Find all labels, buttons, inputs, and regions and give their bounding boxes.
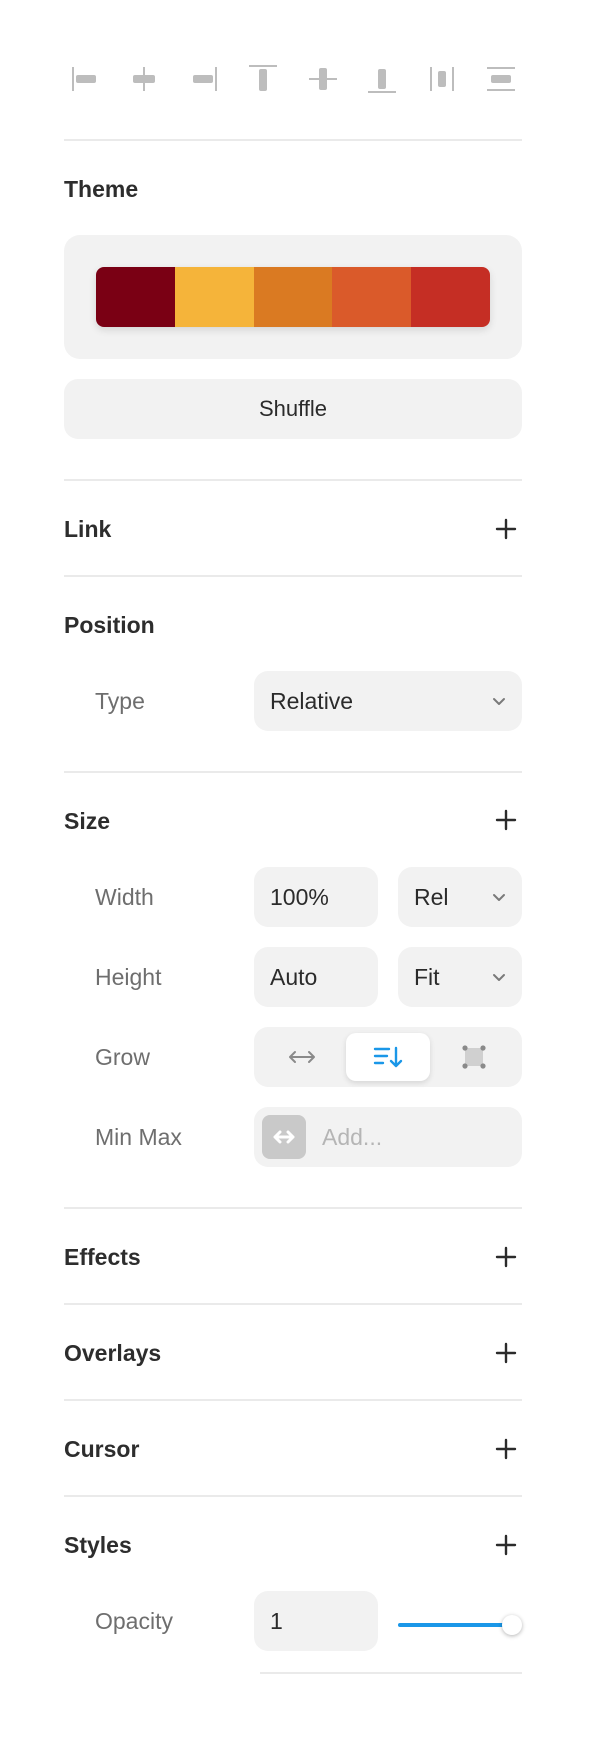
plus-icon <box>495 518 517 540</box>
chevron-down-icon <box>493 894 505 901</box>
opacity-input[interactable]: 1 <box>254 1591 378 1651</box>
divider <box>64 139 522 141</box>
add-style-button[interactable] <box>490 1529 522 1561</box>
width-input[interactable]: 100% <box>254 867 378 927</box>
width-unit-value: Rel <box>414 883 449 910</box>
height-unit-select[interactable]: Fit <box>398 947 522 1007</box>
section-title-theme: Theme <box>64 176 139 202</box>
grow-free-icon <box>462 1045 486 1069</box>
divider <box>64 479 522 481</box>
align-left-icon[interactable] <box>64 58 106 100</box>
plus-icon <box>495 1438 517 1460</box>
height-label: Height <box>95 964 162 990</box>
align-center-vertical-icon[interactable] <box>302 58 344 100</box>
position-type-select[interactable]: Relative <box>254 671 522 731</box>
grow-label: Grow <box>95 1044 150 1070</box>
grow-horizontal-button[interactable] <box>260 1033 344 1081</box>
divider <box>64 575 522 577</box>
alignment-toolbar <box>64 56 522 102</box>
divider <box>64 771 522 773</box>
align-center-horizontal-icon[interactable] <box>123 58 165 100</box>
chevron-down-icon <box>493 698 505 705</box>
palette-swatch <box>253 267 333 327</box>
plus-icon <box>495 809 517 831</box>
shuffle-button[interactable]: Shuffle <box>64 379 522 439</box>
grow-horizontal-icon <box>289 1051 315 1063</box>
opacity-value: 1 <box>270 1607 283 1634</box>
palette-swatch <box>332 267 412 327</box>
divider <box>64 1207 522 1209</box>
opacity-label: Opacity <box>95 1608 173 1634</box>
grow-vertical-button[interactable] <box>346 1033 430 1081</box>
divider <box>64 1495 522 1497</box>
section-title-overlays: Overlays <box>64 1340 162 1366</box>
align-top-icon[interactable] <box>242 58 284 100</box>
divider <box>64 1303 522 1305</box>
plus-icon <box>495 1534 517 1556</box>
grow-segmented-control <box>254 1027 522 1087</box>
palette-swatch <box>96 267 175 327</box>
min-max-icon <box>262 1115 306 1159</box>
section-title-styles: Styles <box>64 1532 132 1558</box>
add-size-button[interactable] <box>490 804 522 836</box>
height-input[interactable]: Auto <box>254 947 378 1007</box>
grow-free-button[interactable] <box>432 1033 516 1081</box>
theme-preview-box <box>64 235 522 359</box>
opacity-slider[interactable] <box>398 1610 522 1640</box>
divider <box>260 1672 522 1674</box>
add-effect-button[interactable] <box>490 1241 522 1273</box>
section-title-size: Size <box>64 808 111 834</box>
add-overlay-button[interactable] <box>490 1337 522 1369</box>
position-type-value: Relative <box>270 687 354 714</box>
section-title-cursor: Cursor <box>64 1436 140 1462</box>
add-link-button[interactable] <box>490 513 522 545</box>
width-label: Width <box>95 884 154 910</box>
height-unit-value: Fit <box>414 963 440 990</box>
section-title-link: Link <box>64 516 112 542</box>
min-max-label: Min Max <box>95 1124 182 1150</box>
section-title-effects: Effects <box>64 1244 141 1270</box>
palette-swatch <box>411 267 490 327</box>
divider <box>64 1399 522 1401</box>
slider-track <box>398 1623 512 1627</box>
grow-vertical-icon <box>373 1046 403 1068</box>
min-max-input[interactable]: Add... <box>254 1107 522 1167</box>
type-label: Type <box>95 688 145 714</box>
add-cursor-button[interactable] <box>490 1433 522 1465</box>
distribute-horizontal-icon[interactable] <box>421 58 463 100</box>
distribute-vertical-icon[interactable] <box>480 58 522 100</box>
width-value: 100% <box>270 883 329 910</box>
palette-swatch <box>174 267 254 327</box>
width-unit-select[interactable]: Rel <box>398 867 522 927</box>
slider-knob[interactable] <box>502 1615 522 1635</box>
height-value: Auto <box>270 963 318 990</box>
min-max-placeholder: Add... <box>322 1124 383 1150</box>
align-right-icon[interactable] <box>183 58 225 100</box>
plus-icon <box>495 1342 517 1364</box>
section-title-position: Position <box>64 612 155 638</box>
plus-icon <box>495 1246 517 1268</box>
chevron-down-icon <box>493 974 505 981</box>
align-bottom-icon[interactable] <box>361 58 403 100</box>
color-palette[interactable] <box>96 267 490 327</box>
